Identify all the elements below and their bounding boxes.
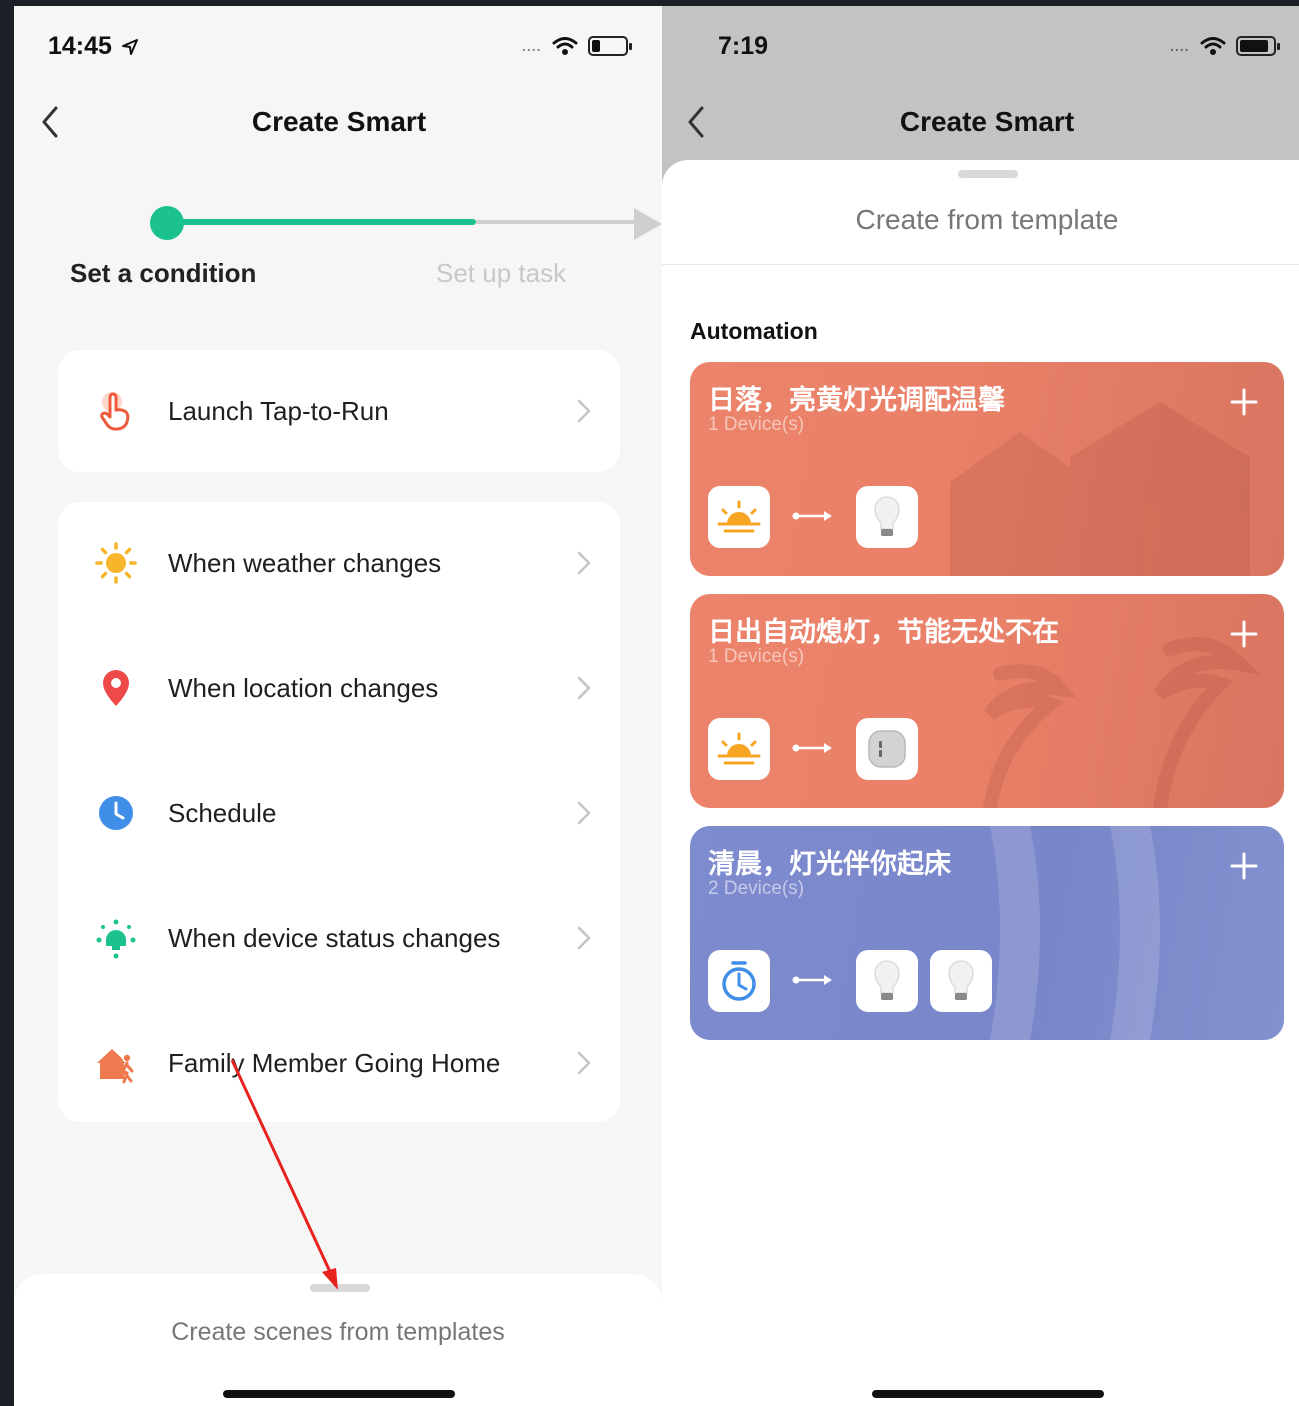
arrow-right-icon — [792, 511, 832, 521]
bulb-icon — [856, 486, 918, 548]
arrow-right-icon — [792, 743, 832, 753]
condition-label: Schedule — [168, 797, 277, 828]
add-template-button[interactable] — [1230, 852, 1258, 880]
condition-row-device-status[interactable]: When device status changes — [58, 883, 620, 993]
condition-row-schedule[interactable]: Schedule — [58, 758, 620, 868]
add-template-button[interactable] — [1230, 388, 1258, 416]
status-time: 14:45 — [48, 32, 139, 61]
template-sheet: Create from template Automation 日落，亮黄灯光调… — [662, 160, 1299, 1406]
bulb-icon — [856, 950, 918, 1012]
create-scenes-from-templates-label: Create scenes from templates — [171, 1318, 505, 1346]
right-phone-screen: 7:19 .... Create Smart Create from templ… — [662, 6, 1299, 1406]
chevron-right-icon — [577, 676, 591, 700]
chevron-right-icon — [577, 801, 591, 825]
home-indicator — [223, 1390, 455, 1398]
step-arrow-icon — [634, 208, 662, 240]
device-icon — [94, 916, 138, 960]
sunrise-icon — [708, 718, 770, 780]
template-card[interactable]: 日出自动熄灯，节能无处不在 1 Device(s) — [690, 594, 1284, 808]
condition-label: When location changes — [168, 672, 439, 703]
chevron-right-icon — [577, 551, 591, 575]
page-title: Create Smart — [899, 106, 1075, 137]
family-home-icon — [94, 1041, 138, 1085]
sheet-drag-handle[interactable] — [310, 1284, 370, 1292]
condition-label: When device status changes — [168, 922, 501, 953]
signal-dots: .... — [522, 38, 542, 54]
step-progress-inactive — [476, 220, 636, 224]
add-template-button[interactable] — [1230, 620, 1258, 648]
launch-tap-to-run-label: Launch Tap-to-Run — [168, 395, 389, 426]
condition-label: When weather changes — [168, 547, 442, 578]
status-icons: .... — [1170, 36, 1280, 56]
condition-row-weather[interactable]: When weather changes — [58, 508, 620, 618]
left-phone-screen: 14:45 .... Create Smart Set a condition … — [14, 6, 662, 1406]
chevron-right-icon — [577, 926, 591, 950]
step-label-condition: Set a condition — [70, 258, 257, 288]
section-heading-automation: Automation — [690, 318, 818, 344]
condition-row-family-home[interactable]: Family Member Going Home — [58, 1008, 620, 1118]
battery-icon — [1235, 36, 1280, 56]
chevron-right-icon — [577, 399, 591, 423]
page-title: Create Smart — [251, 106, 427, 137]
clock-icon — [94, 791, 138, 835]
launch-card: Launch Tap-to-Run — [58, 350, 620, 472]
arrow-right-icon — [792, 975, 832, 985]
sheet-drag-handle[interactable] — [958, 170, 1018, 178]
step-label-task: Set up task — [436, 258, 567, 288]
location-arrow-icon — [121, 39, 138, 56]
tap-hand-icon — [94, 389, 138, 433]
battery-icon — [587, 36, 632, 56]
divider — [662, 264, 1299, 265]
condition-label: Family Member Going Home — [168, 1047, 501, 1078]
launch-tap-to-run-row[interactable]: Launch Tap-to-Run — [58, 356, 620, 466]
home-indicator — [872, 1390, 1104, 1398]
sunset-icon — [708, 486, 770, 548]
status-icons: .... — [522, 36, 632, 56]
template-title: 日落，亮黄灯光调配温馨 — [708, 385, 1005, 416]
template-device-count: 1 Device(s) — [708, 646, 805, 667]
template-title: 清晨，灯光伴你起床 — [708, 849, 951, 880]
sheet-title: Create from template — [855, 204, 1119, 235]
step-current-dot — [150, 206, 184, 240]
step-progress-active — [166, 219, 476, 225]
wifi-icon — [1200, 37, 1226, 55]
templates-bottom-sheet[interactable]: Create scenes from templates — [14, 1274, 662, 1406]
status-time-text: 14:45 — [48, 32, 112, 60]
template-card[interactable]: 日落，亮黄灯光调配温馨 1 Device(s) — [690, 362, 1284, 576]
condition-row-location[interactable]: When location changes — [58, 633, 620, 743]
wifi-icon — [552, 37, 578, 55]
signal-dots: .... — [1170, 38, 1190, 54]
location-pin-icon — [94, 666, 138, 710]
template-card[interactable]: 清晨，灯光伴你起床 2 Device(s) — [690, 826, 1284, 1040]
template-device-count: 2 Device(s) — [708, 878, 805, 899]
timer-icon — [708, 950, 770, 1012]
conditions-card: When weather changes When location chang… — [58, 502, 620, 1122]
sun-icon — [94, 541, 138, 585]
status-time: 7:19 — [718, 32, 769, 60]
smart-plug-icon — [856, 718, 918, 780]
template-title: 日出自动熄灯，节能无处不在 — [708, 617, 1059, 648]
progress-stepper — [150, 196, 662, 246]
bulb-icon — [930, 950, 992, 1012]
chevron-right-icon — [577, 1051, 591, 1075]
template-device-count: 1 Device(s) — [708, 414, 805, 435]
